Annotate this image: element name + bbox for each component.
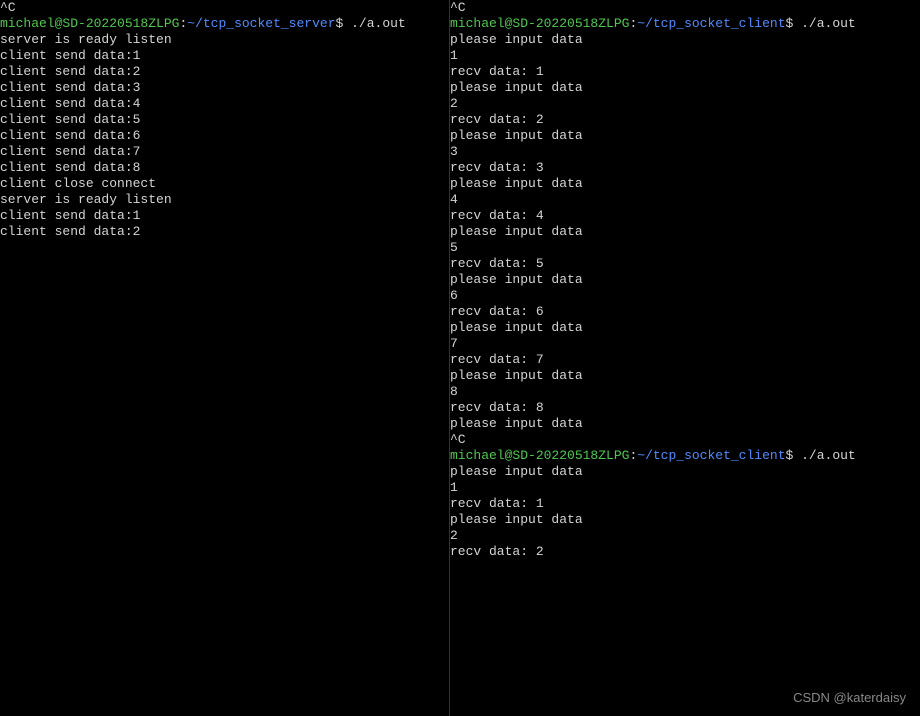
prompt-path: ~/tcp_socket_server [187, 16, 335, 31]
recv-line: recv data: 7 [450, 352, 920, 368]
server-ready: server is ready listen [0, 32, 449, 48]
client-send-line: client send data:1 [0, 208, 449, 224]
prompt-user: michael [450, 16, 505, 31]
please-input-line: please input data [450, 128, 920, 144]
client-send-line: client send data:4 [0, 96, 449, 112]
please-input-line: please input data [450, 176, 920, 192]
server-ready: server is ready listen [0, 192, 449, 208]
please-input-line: please input data [450, 416, 920, 432]
please-input-line: please input data [450, 272, 920, 288]
user-input-line: 3 [450, 144, 920, 160]
client-send-line: client send data:1 [0, 48, 449, 64]
please-input-line: please input data [450, 32, 920, 48]
user-input-line: 6 [450, 288, 920, 304]
please-input-line: please input data [450, 80, 920, 96]
user-input-line: 2 [450, 528, 920, 544]
prompt-path: ~/tcp_socket_client [637, 448, 785, 463]
recv-line: recv data: 4 [450, 208, 920, 224]
client-close-line: client close connect [0, 176, 449, 192]
please-input-line: please input data [450, 464, 920, 480]
recv-line: recv data: 2 [450, 544, 920, 560]
please-input-line: please input data [450, 512, 920, 528]
prompt-host: SD-20220518ZLPG [512, 448, 629, 463]
prompt-line[interactable]: michael@SD-20220518ZLPG:~/tcp_socket_cli… [450, 448, 920, 464]
client-send-line: client send data:5 [0, 112, 449, 128]
user-input-line: 1 [450, 480, 920, 496]
recv-line: recv data: 5 [450, 256, 920, 272]
prompt-user: michael [0, 16, 55, 31]
recv-line: recv data: 3 [450, 160, 920, 176]
prompt-line[interactable]: michael@SD-20220518ZLPG:~/tcp_socket_ser… [0, 16, 449, 32]
user-input-line: 7 [450, 336, 920, 352]
prompt-host: SD-20220518ZLPG [62, 16, 179, 31]
prompt-command[interactable]: ./a.out [793, 16, 855, 31]
recv-line: recv data: 8 [450, 400, 920, 416]
terminal-left-pane[interactable]: ^Cmichael@SD-20220518ZLPG:~/tcp_socket_s… [0, 0, 450, 716]
please-input-line: please input data [450, 224, 920, 240]
user-input-line: 8 [450, 384, 920, 400]
recv-line: recv data: 6 [450, 304, 920, 320]
recv-line: recv data: 1 [450, 64, 920, 80]
user-input-line: 1 [450, 48, 920, 64]
watermark: CSDN @katerdaisy [793, 690, 906, 706]
ctrl-c: ^C [450, 432, 920, 448]
client-send-line: client send data:2 [0, 224, 449, 240]
client-send-line: client send data:7 [0, 144, 449, 160]
ctrl-c: ^C [450, 0, 920, 16]
client-send-line: client send data:3 [0, 80, 449, 96]
client-send-line: client send data:8 [0, 160, 449, 176]
user-input-line: 5 [450, 240, 920, 256]
prompt-command[interactable]: ./a.out [343, 16, 405, 31]
please-input-line: please input data [450, 368, 920, 384]
client-send-line: client send data:6 [0, 128, 449, 144]
recv-line: recv data: 1 [450, 496, 920, 512]
client-send-line: client send data:2 [0, 64, 449, 80]
prompt-host: SD-20220518ZLPG [512, 16, 629, 31]
terminal-right-pane[interactable]: ^Cmichael@SD-20220518ZLPG:~/tcp_socket_c… [450, 0, 920, 716]
recv-line: recv data: 2 [450, 112, 920, 128]
prompt-user: michael [450, 448, 505, 463]
prompt-line[interactable]: michael@SD-20220518ZLPG:~/tcp_socket_cli… [450, 16, 920, 32]
prompt-command[interactable]: ./a.out [793, 448, 855, 463]
user-input-line: 4 [450, 192, 920, 208]
prompt-path: ~/tcp_socket_client [637, 16, 785, 31]
user-input-line: 2 [450, 96, 920, 112]
please-input-line: please input data [450, 320, 920, 336]
ctrl-c: ^C [0, 0, 449, 16]
